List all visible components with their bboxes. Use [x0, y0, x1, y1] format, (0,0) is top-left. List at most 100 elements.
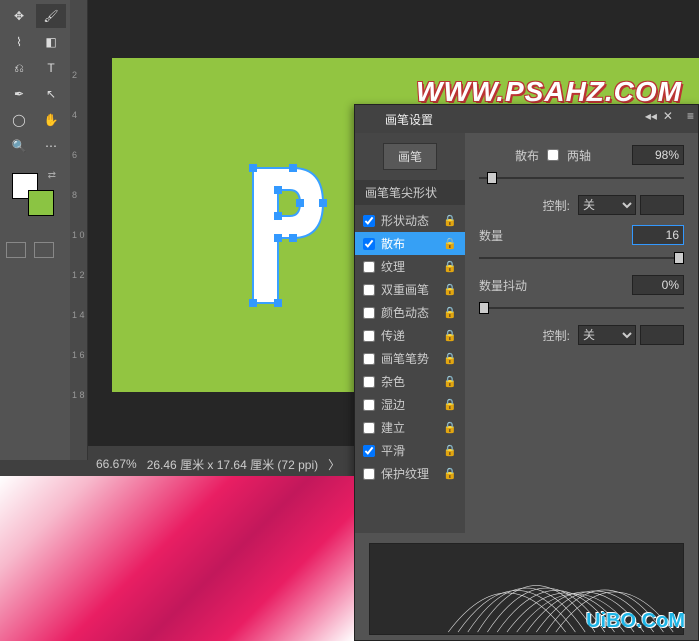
control-label-1: 控制: [543, 197, 570, 214]
option-check-2[interactable] [363, 261, 375, 273]
lock-icon[interactable]: 🔒 [443, 237, 457, 250]
arrow-tool[interactable]: ↖ [36, 82, 66, 106]
option-1[interactable]: 散布 🔒 [355, 232, 465, 255]
option-4[interactable]: 颜色动态 🔒 [355, 301, 465, 324]
lock-icon[interactable]: 🔒 [443, 467, 457, 480]
option-check-4[interactable] [363, 307, 375, 319]
panel-title: 画笔设置 [385, 111, 433, 128]
doc-dimensions: 26.46 厘米 x 17.64 厘米 (72 ppi) [147, 456, 318, 473]
ruler-vertical: 24681 01 21 41 61 8 [70, 0, 88, 460]
option-2[interactable]: 纹理 🔒 [355, 255, 465, 278]
option-label-0: 形状动态 [381, 212, 429, 229]
brush-tool[interactable]: 🖌 [36, 4, 66, 28]
hand-tool[interactable]: ✋ [36, 108, 66, 132]
option-9[interactable]: 建立 🔒 [355, 416, 465, 439]
option-check-8[interactable] [363, 399, 375, 411]
option-label-9: 建立 [381, 419, 405, 436]
more-tool[interactable]: ⋯ [36, 134, 66, 158]
scatter-label: 散布 [479, 147, 539, 164]
option-label-6: 画笔笔势 [381, 350, 429, 367]
option-check-3[interactable] [363, 284, 375, 296]
uibo-watermark: UiBO.CoM [586, 610, 685, 633]
move-tool[interactable]: ✥ [4, 4, 34, 28]
option-0[interactable]: 形状动态 🔒 [355, 209, 465, 232]
count-slider[interactable] [479, 255, 684, 261]
option-8[interactable]: 湿边 🔒 [355, 393, 465, 416]
type-tool[interactable]: T [36, 56, 66, 80]
option-label-1: 散布 [381, 235, 405, 252]
lock-icon[interactable]: 🔒 [443, 214, 457, 227]
swap-icon[interactable]: ⇄ [48, 170, 56, 181]
lock-icon[interactable]: 🔒 [443, 260, 457, 273]
option-7[interactable]: 杂色 🔒 [355, 370, 465, 393]
option-label-3: 双重画笔 [381, 281, 429, 298]
status-bar: 66.67% 26.46 厘米 x 17.64 厘米 (72 ppi) 〉 [88, 454, 348, 474]
clone-tool[interactable]: ⎌ [4, 56, 34, 80]
option-check-1[interactable] [363, 238, 375, 250]
both-axes-checkbox[interactable] [547, 149, 559, 161]
path-shape-p[interactable] [238, 158, 338, 318]
color-swatches[interactable]: ⇄ [2, 168, 68, 218]
lock-icon[interactable]: 🔒 [443, 444, 457, 457]
status-arrow[interactable]: 〉 [328, 456, 340, 473]
brush-settings-panel: 画笔设置 ◂◂ ✕ ≡ 画笔 画笔笔尖形状 形状动态🔒散布🔒纹理🔒双重画笔🔒颜色… [354, 104, 699, 641]
jitter-value[interactable] [632, 275, 684, 295]
option-3[interactable]: 双重画笔 🔒 [355, 278, 465, 301]
control-num-1[interactable] [640, 195, 684, 215]
option-label-7: 杂色 [381, 373, 405, 390]
control-num-2[interactable] [640, 325, 684, 345]
close-icon[interactable]: ✕ [663, 109, 673, 123]
lock-icon[interactable]: 🔒 [443, 398, 457, 411]
lock-icon[interactable]: 🔒 [443, 329, 457, 342]
option-check-7[interactable] [363, 376, 375, 388]
option-label-4: 颜色动态 [381, 304, 429, 321]
ellipse-tool[interactable]: ◯ [4, 108, 34, 132]
eraser-tool[interactable]: ◧ [36, 30, 66, 54]
zoom-tool[interactable]: 🔍 [4, 134, 34, 158]
option-label-5: 传递 [381, 327, 405, 344]
screen-mode-icon[interactable] [34, 242, 54, 258]
lock-icon[interactable]: 🔒 [443, 421, 457, 434]
collapse-icon[interactable]: ◂◂ [645, 109, 657, 123]
option-check-6[interactable] [363, 353, 375, 365]
mask-mode-icon[interactable] [6, 242, 26, 258]
jitter-label: 数量抖动 [479, 277, 527, 294]
lock-icon[interactable]: 🔒 [443, 352, 457, 365]
panel-header[interactable]: 画笔设置 ◂◂ ✕ ≡ [355, 105, 698, 133]
option-6[interactable]: 画笔笔势 🔒 [355, 347, 465, 370]
option-check-10[interactable] [363, 445, 375, 457]
control-select-1[interactable]: 关 [578, 195, 636, 215]
scatter-slider[interactable] [479, 175, 684, 181]
count-value[interactable] [632, 225, 684, 245]
option-check-5[interactable] [363, 330, 375, 342]
count-label: 数量 [479, 227, 503, 244]
lasso-tool[interactable]: ⌇ [4, 30, 34, 54]
toolbar: ✥ 🖌 ⌇ ◧ ⎌ T ✒ ↖ ◯ ✋ 🔍 ⋯ ⇄ [0, 0, 70, 460]
background-color[interactable] [28, 190, 54, 216]
option-10[interactable]: 平滑 🔒 [355, 439, 465, 462]
option-label-2: 纹理 [381, 258, 405, 275]
lock-icon[interactable]: 🔒 [443, 375, 457, 388]
menu-icon[interactable]: ≡ [687, 109, 694, 123]
scatter-value[interactable] [632, 145, 684, 165]
option-11[interactable]: 保护纹理 🔒 [355, 462, 465, 485]
option-check-11[interactable] [363, 468, 375, 480]
control-label-2: 控制: [543, 327, 570, 344]
scatter-settings: 散布 两轴 控制: 关 数量 数量抖动 [465, 133, 698, 533]
option-check-0[interactable] [363, 215, 375, 227]
option-label-10: 平滑 [381, 442, 405, 459]
pen-tool[interactable]: ✒ [4, 82, 34, 106]
brush-button[interactable]: 画笔 [383, 143, 437, 170]
lock-icon[interactable]: 🔒 [443, 283, 457, 296]
option-5[interactable]: 传递 🔒 [355, 324, 465, 347]
tip-shape-option[interactable]: 画笔笔尖形状 [355, 180, 465, 205]
control-select-2[interactable]: 关 [578, 325, 636, 345]
lock-icon[interactable]: 🔒 [443, 306, 457, 319]
both-axes-label: 两轴 [567, 147, 591, 164]
jitter-slider[interactable] [479, 305, 684, 311]
option-label-8: 湿边 [381, 396, 405, 413]
option-check-9[interactable] [363, 422, 375, 434]
background-image [0, 476, 354, 641]
zoom-level[interactable]: 66.67% [96, 457, 137, 471]
option-label-11: 保护纹理 [381, 465, 429, 482]
